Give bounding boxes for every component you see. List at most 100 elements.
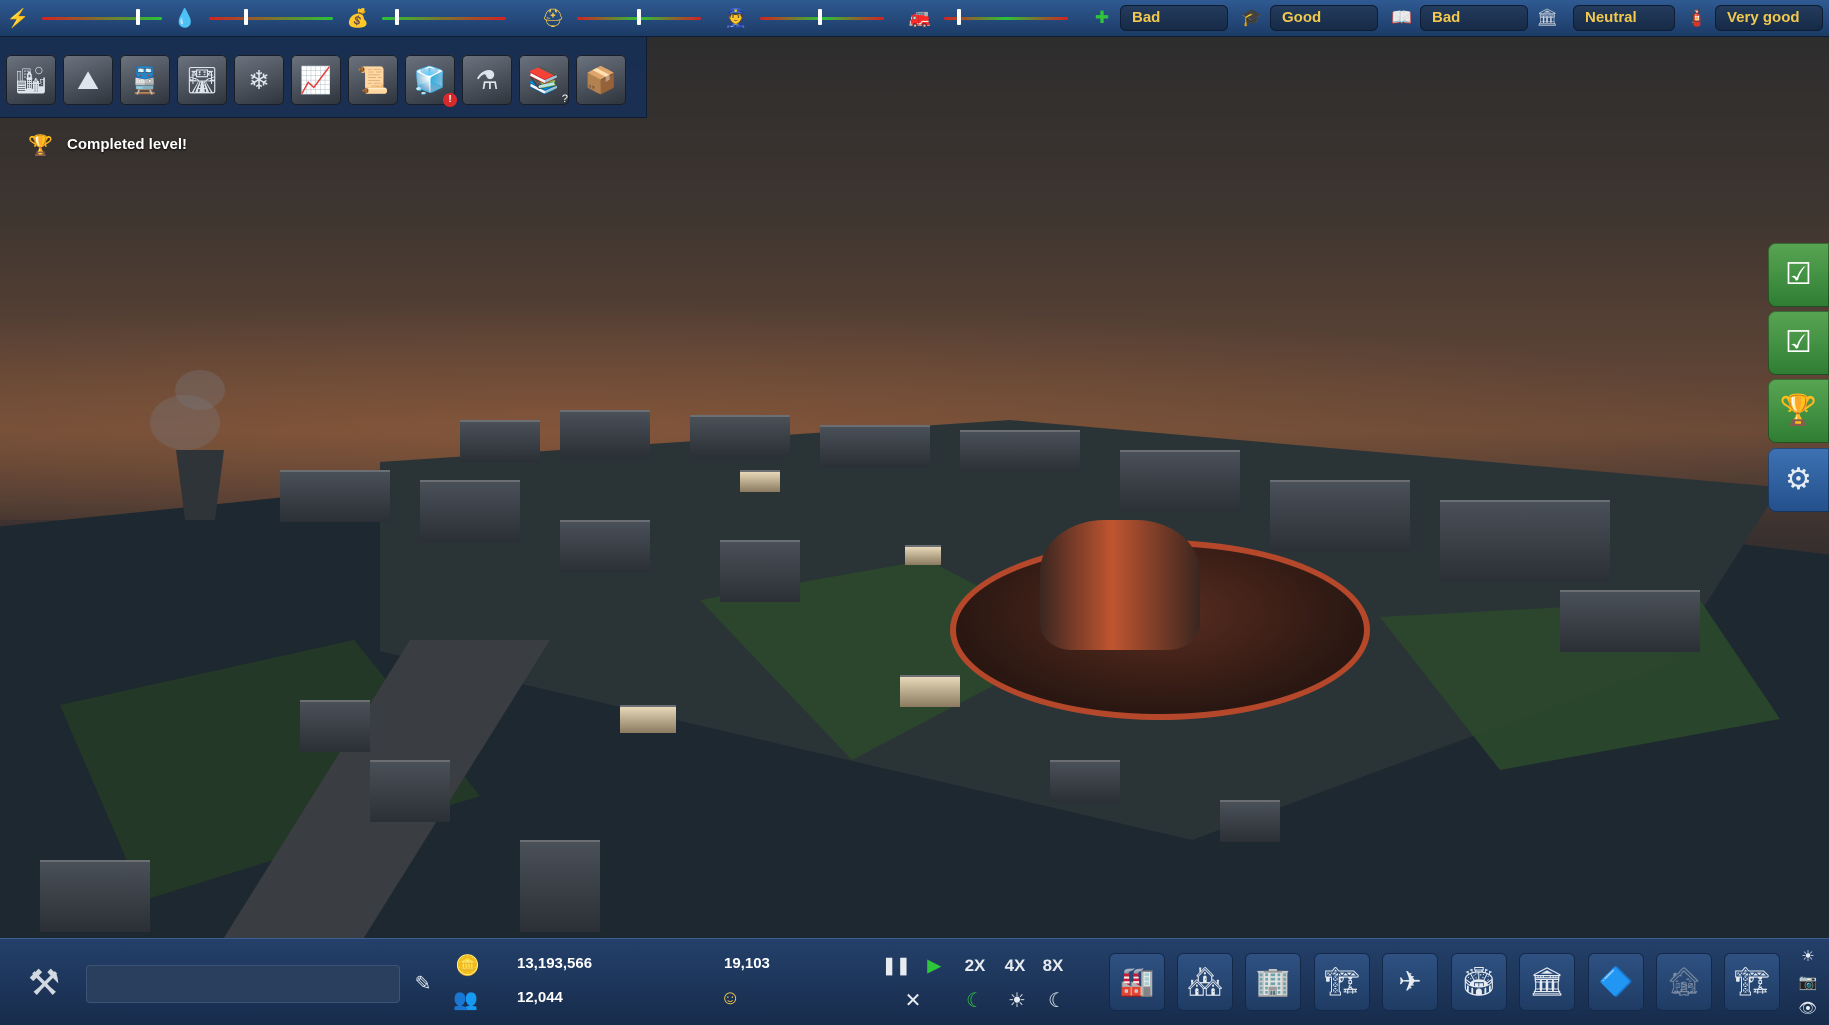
screenshot-button[interactable]: 📷 <box>1796 973 1820 993</box>
environment-status[interactable]: 🏛 Neutral <box>1535 5 1675 31</box>
building <box>520 840 600 932</box>
garbage-bag-icon: 💰 <box>346 8 370 28</box>
weather-button[interactable]: ☀ <box>1796 947 1820 967</box>
lit-building <box>905 545 941 565</box>
research-button[interactable]: ⚗ <box>462 55 512 105</box>
education-status[interactable]: 🎓 Good <box>1240 5 1380 31</box>
fire-meter[interactable]: 🚒 <box>908 0 1068 36</box>
scroll-icon: 📜 <box>356 65 390 95</box>
building <box>280 470 390 522</box>
building <box>460 420 540 462</box>
crates-button[interactable]: 📦 <box>576 55 626 105</box>
government-buildings-button[interactable]: 🏛 <box>1519 953 1575 1011</box>
pause-button[interactable]: ❚❚ <box>882 953 911 979</box>
police-meter[interactable]: 👮 <box>724 0 884 36</box>
meter-indicator <box>244 9 249 25</box>
crane-icon: 🏗 <box>1734 966 1770 997</box>
power-meter[interactable]: ⚡ <box>6 0 162 36</box>
tourism-status-value: Bad <box>1420 5 1528 31</box>
happiness-face-icon: ☺ <box>720 987 741 1009</box>
landmarks-button[interactable]: 🔷 <box>1588 953 1644 1011</box>
building <box>960 430 1080 472</box>
power-plant-icon: 🏭 <box>1119 966 1155 997</box>
health-status[interactable]: ✚ Bad <box>1090 5 1230 31</box>
city-world-view[interactable] <box>0 0 1829 938</box>
building <box>1440 500 1610 582</box>
road-icon: 🛣 <box>185 65 219 95</box>
employment-meter[interactable]: ⛑ <box>541 0 701 36</box>
transport-button[interactable]: 🚆 <box>120 55 170 105</box>
help-question-badge: ? <box>561 93 568 105</box>
office-building-icon: 🏢 <box>1255 966 1291 997</box>
industrial-buildings-button[interactable]: 🏗 <box>1314 953 1370 1011</box>
sun-icon: ☀ <box>1801 948 1815 965</box>
firefighter-icon: 🚒 <box>908 8 932 28</box>
settings-button[interactable]: ⚙ <box>1768 448 1829 512</box>
day-night-cycle-button[interactable]: ☾ <box>961 987 989 1015</box>
speed-4x-button[interactable]: 4X <box>998 953 1032 979</box>
notice-text: Completed level! <box>67 136 188 153</box>
power-plants-button[interactable]: 🏭 <box>1109 953 1165 1011</box>
health-cross-icon: ✚ <box>1094 8 1110 27</box>
harbor-button[interactable]: 🏗 <box>1724 953 1780 1011</box>
income-value: 19,103 <box>724 955 770 972</box>
building <box>370 760 450 822</box>
terrain-button[interactable]: ⛰ <box>63 55 113 105</box>
policies-button[interactable]: 📜 <box>348 55 398 105</box>
airport-button[interactable]: ✈ <box>1382 953 1438 1011</box>
rename-button[interactable]: ✎ <box>410 971 436 997</box>
commercial-buildings-button[interactable]: 🏢 <box>1245 953 1301 1011</box>
population-value: 12,044 <box>517 989 563 1006</box>
day-button[interactable]: ☀ <box>1003 987 1031 1015</box>
building <box>1560 590 1700 652</box>
police-icon: 👮 <box>724 8 748 28</box>
objective-check-1-button[interactable]: ☑ <box>1768 243 1829 307</box>
speed-8x-button[interactable]: 8X <box>1036 953 1070 979</box>
water-meter[interactable]: 💧 <box>173 0 333 36</box>
city-name-input[interactable] <box>86 965 400 1003</box>
play-icon: ▶ <box>927 956 941 975</box>
alert-badge: ! <box>443 93 457 107</box>
building <box>820 425 930 467</box>
night-button[interactable]: ☾ <box>1043 987 1071 1015</box>
residential-buildings-button[interactable]: 🏘 <box>1177 953 1233 1011</box>
money-value: 13,193,566 <box>517 955 593 972</box>
stadium-button[interactable]: 🏟 <box>1451 953 1507 1011</box>
building <box>420 480 520 542</box>
alerts-button[interactable]: 🧊! <box>405 55 457 107</box>
temple-icon: 🏛 <box>1536 8 1558 27</box>
bulldoze-button[interactable]: ⚒ <box>18 957 70 1009</box>
residential-zone-button[interactable]: 🏙 <box>6 55 56 105</box>
play-button[interactable]: ▶ <box>920 953 948 979</box>
factory-icon: 🏗 <box>1324 966 1360 997</box>
utilities-button[interactable]: ❄ <box>234 55 284 105</box>
view-mode-button[interactable]: 👁 <box>1796 999 1820 1019</box>
meter-bar <box>42 17 162 20</box>
lit-building <box>620 705 676 733</box>
camera-icon: 📷 <box>1798 974 1818 991</box>
safety-status[interactable]: 🧯 Very good <box>1685 5 1825 31</box>
coins-icon: 🪙 <box>455 955 480 977</box>
map-book-icon: 📖 <box>1391 8 1413 27</box>
achievements-button[interactable]: 🏆 <box>1768 379 1829 443</box>
speed-2x-button[interactable]: 2X <box>958 953 992 979</box>
building <box>1120 450 1240 512</box>
help-library-button[interactable]: 📚? <box>519 55 569 105</box>
smoke-plume <box>175 370 225 410</box>
roads-button[interactable]: 🛣 <box>177 55 227 105</box>
meter-bar <box>944 17 1068 20</box>
waste-meter[interactable]: 💰 <box>346 0 506 36</box>
tourism-status[interactable]: 📖 Bad <box>1390 5 1530 31</box>
checkbox-icon: ☑ <box>1785 258 1812 291</box>
statistics-button[interactable]: 📈 <box>291 55 341 105</box>
shuffle-button[interactable]: ✕ <box>899 987 927 1015</box>
lightning-icon: ⚡ <box>6 8 30 28</box>
bottom-control-bar: ⚒ ✎ 🪙 13,193,566 👥 12,044 19,103 ☺ ❚❚ ▶ … <box>0 938 1829 1025</box>
meter-indicator <box>817 9 822 25</box>
terrain-icon: ⛰ <box>77 65 99 95</box>
tool-panel: 🏙 ⛰ 🚆 🛣 ❄ 📈 📜 🧊! ⚗ 📚? 📦 <box>0 37 647 118</box>
objective-check-2-button[interactable]: ☑ <box>1768 311 1829 375</box>
warehouses-button[interactable]: 🏚 <box>1656 953 1712 1011</box>
meter-bar <box>760 17 884 20</box>
education-status-value: Good <box>1270 5 1378 31</box>
